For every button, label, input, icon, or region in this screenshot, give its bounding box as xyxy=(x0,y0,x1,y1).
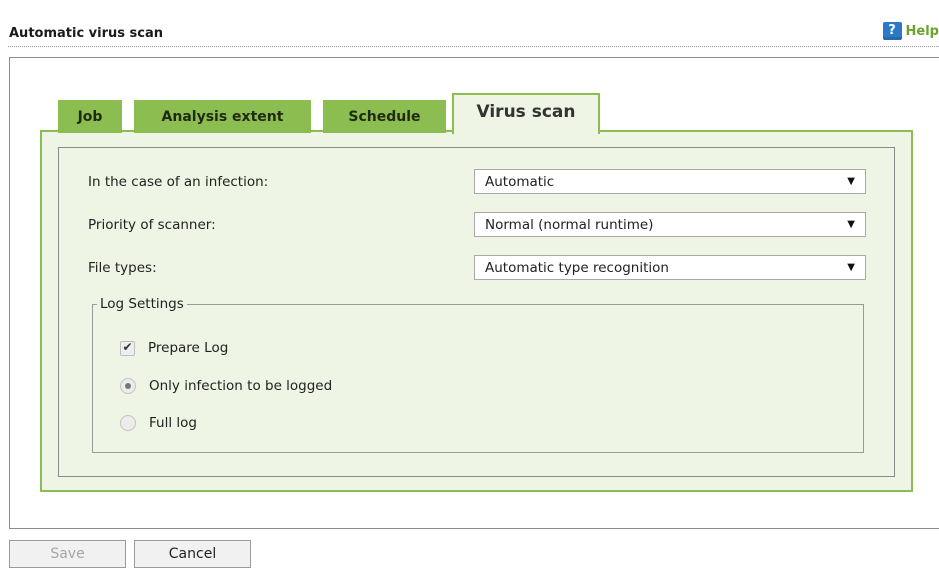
checkmark-icon: ✔ xyxy=(122,339,133,354)
cancel-button[interactable]: Cancel xyxy=(134,540,251,568)
log-settings-group: Log Settings xyxy=(92,296,864,453)
save-button[interactable]: Save xyxy=(9,540,126,568)
help-link[interactable]: ? Help xyxy=(882,21,939,41)
priority-value: Normal (normal runtime) xyxy=(485,216,654,233)
file-types-value: Automatic type recognition xyxy=(485,259,669,276)
page-title: Automatic virus scan xyxy=(9,26,164,41)
tab-virus-scan[interactable]: Virus scan xyxy=(452,93,600,134)
help-icon[interactable]: ? xyxy=(882,22,902,40)
radio-button[interactable] xyxy=(120,378,136,394)
file-types-label: File types: xyxy=(88,260,157,276)
prepare-log-checkbox[interactable]: ✔ Prepare Log xyxy=(120,338,228,358)
help-label[interactable]: Help xyxy=(906,24,939,39)
chevron-down-icon: ▼ xyxy=(847,219,855,230)
priority-label: Priority of scanner: xyxy=(88,217,216,233)
file-types-select[interactable]: Automatic type recognition ▼ xyxy=(474,255,866,280)
radio-selected-dot xyxy=(125,383,131,389)
tab-job[interactable]: Job xyxy=(58,100,122,133)
page-header: Automatic virus scan ? Help xyxy=(0,0,939,44)
infection-value: Automatic xyxy=(485,173,555,190)
infection-select[interactable]: Automatic ▼ xyxy=(474,169,866,194)
radio-full-log[interactable]: Full log xyxy=(120,413,197,433)
tab-analysis-extent[interactable]: Analysis extent xyxy=(134,100,311,133)
full-log-label: Full log xyxy=(149,415,197,431)
infection-label: In the case of an infection: xyxy=(88,174,269,190)
radio-button[interactable] xyxy=(120,415,136,431)
only-infection-label: Only infection to be logged xyxy=(149,378,333,394)
log-settings-legend: Log Settings xyxy=(100,296,184,312)
radio-only-infection[interactable]: Only infection to be logged xyxy=(120,376,332,396)
tab-schedule[interactable]: Schedule xyxy=(323,100,446,133)
chevron-down-icon: ▼ xyxy=(847,262,855,273)
priority-select[interactable]: Normal (normal runtime) ▼ xyxy=(474,212,866,237)
chevron-down-icon: ▼ xyxy=(847,176,855,187)
prepare-log-label: Prepare Log xyxy=(148,340,229,356)
checkbox-box[interactable]: ✔ xyxy=(120,339,135,356)
header-divider xyxy=(8,46,939,47)
